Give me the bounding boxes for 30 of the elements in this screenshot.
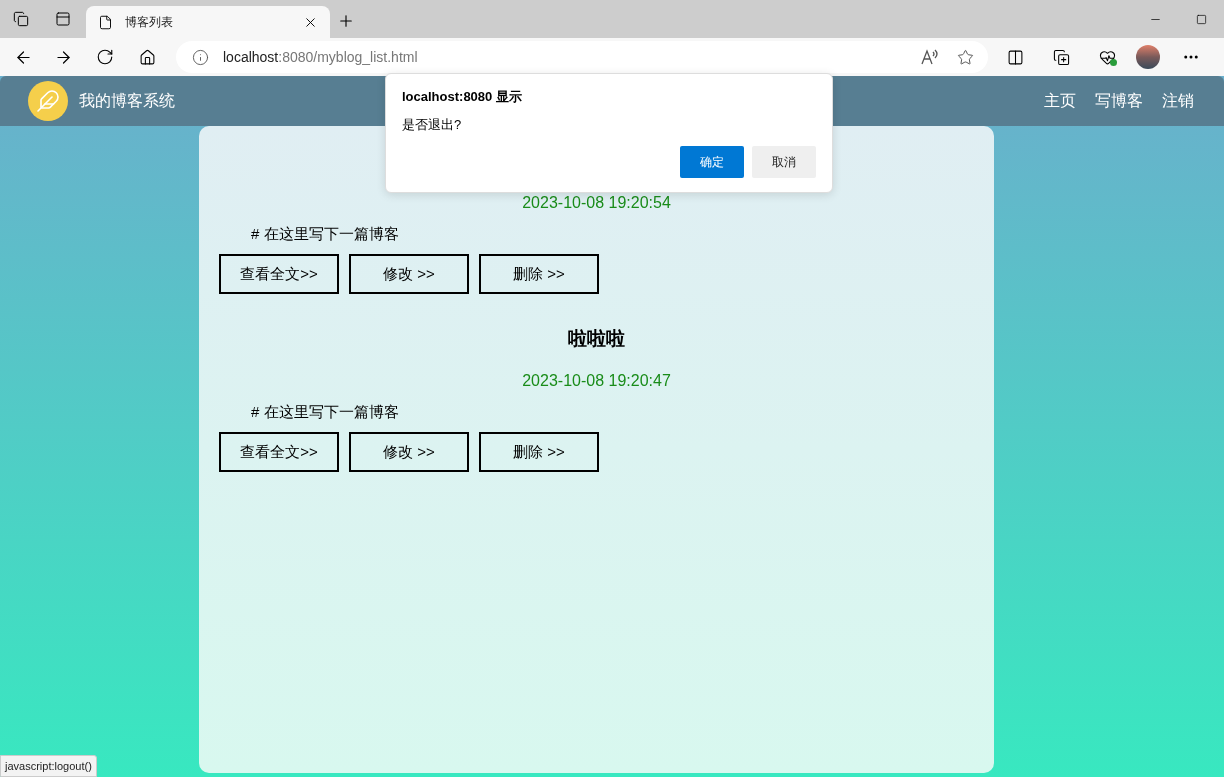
info-icon[interactable] — [192, 48, 209, 66]
site-title: 我的博客系统 — [79, 91, 175, 111]
nav-link[interactable]: 主页 — [1044, 89, 1076, 113]
post-action-button[interactable]: 查看全文>> — [219, 432, 339, 472]
nav-link[interactable]: 注销 — [1162, 89, 1194, 113]
post-action-button[interactable]: 删除 >> — [479, 432, 599, 472]
dialog-title: localhost:8080 显示 — [402, 88, 523, 106]
page-icon — [98, 14, 113, 30]
post-action-button[interactable]: 修改 >> — [349, 254, 469, 294]
dialog-message: 是否退出? — [402, 116, 463, 134]
favorite-icon[interactable] — [957, 48, 974, 66]
address-field[interactable]: localhost:8080/myblog_list.html — [176, 41, 988, 73]
logo-icon — [28, 81, 68, 121]
status-bar-text: javascript:logout() — [0, 755, 97, 777]
profile-avatar[interactable] — [1136, 45, 1160, 69]
dialog-button[interactable]: 确定 — [680, 146, 744, 178]
post-summary: # 在这里写下一篇博客 — [251, 401, 399, 422]
post-summary: # 在这里写下一篇博客 — [251, 223, 399, 244]
dialog-button[interactable]: 取消 — [752, 146, 816, 178]
browser-tab[interactable]: 博客列表 — [86, 6, 330, 38]
tab-title: 博客列表 — [125, 14, 174, 31]
post-date: 2023-10-08 19:20:47 — [522, 371, 671, 391]
read-aloud-icon[interactable] — [921, 49, 939, 65]
post-action-button[interactable]: 查看全文>> — [219, 254, 339, 294]
url-text: localhost:8080/myblog_list.html — [223, 47, 419, 67]
post-action-button[interactable]: 修改 >> — [349, 432, 469, 472]
nav-link[interactable]: 写博客 — [1095, 89, 1143, 113]
post-action-button[interactable]: 删除 >> — [479, 254, 599, 294]
post-title: 啦啦啦 — [568, 326, 625, 351]
post-date: 2023-10-08 19:20:54 — [522, 193, 671, 213]
